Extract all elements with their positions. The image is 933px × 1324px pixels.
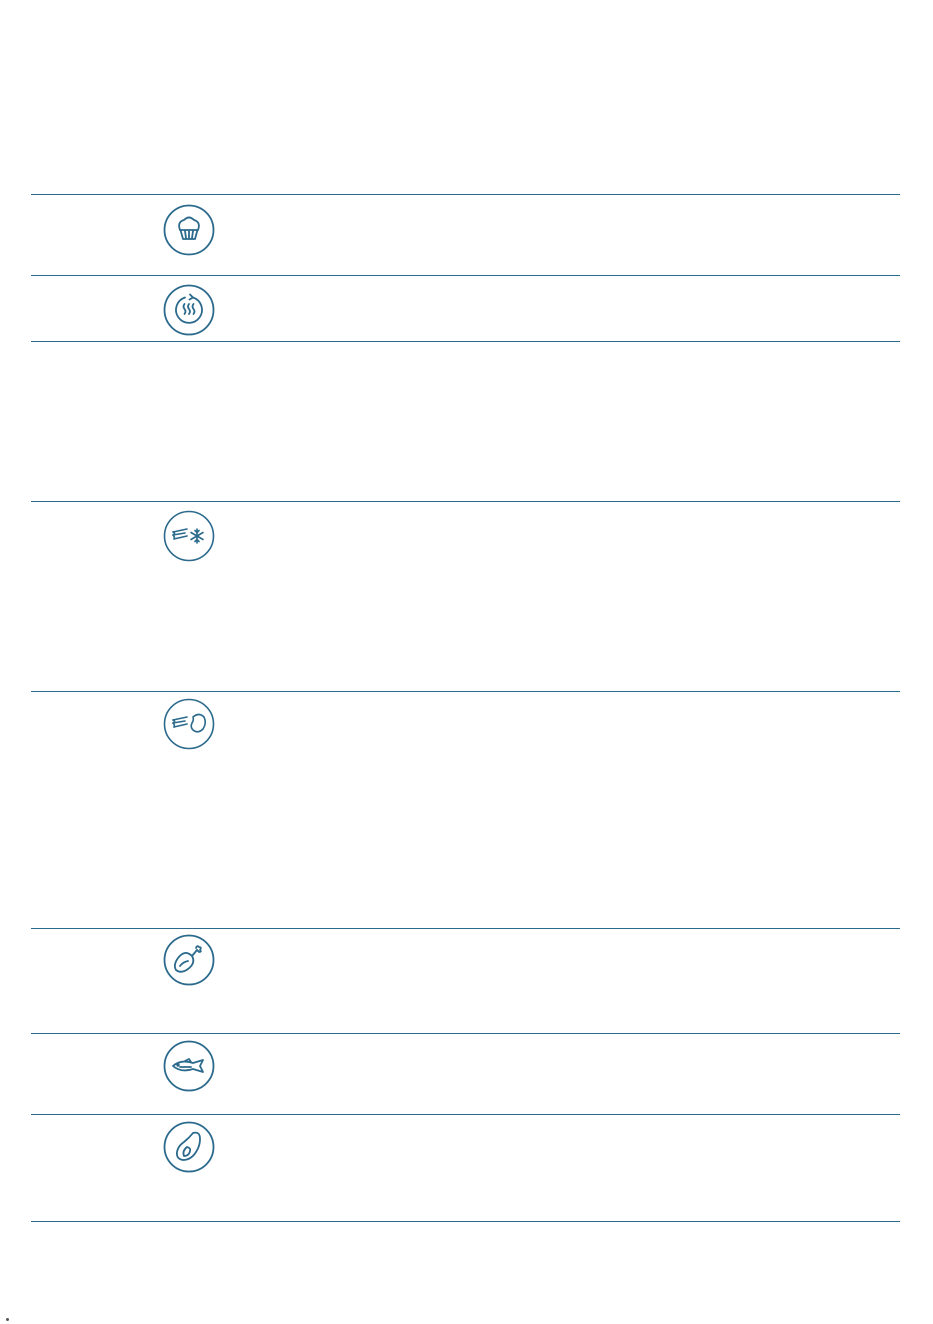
row-divider	[31, 1033, 900, 1034]
meat-cut-icon	[163, 1121, 215, 1173]
row-divider	[31, 928, 900, 929]
defrost-meat-icon	[163, 698, 215, 750]
row-divider	[31, 341, 900, 342]
row-divider	[31, 275, 900, 276]
row-divider	[31, 501, 900, 502]
row-divider	[31, 1114, 900, 1115]
frozen-food-icon	[163, 510, 215, 562]
keep-warm-icon	[163, 284, 215, 336]
row-divider	[31, 691, 900, 692]
page-marker	[6, 1318, 9, 1321]
poultry-leg-icon	[163, 934, 215, 986]
row-divider	[31, 194, 900, 195]
row-divider	[31, 1221, 900, 1222]
fish-icon	[163, 1040, 215, 1092]
muffin-icon	[163, 204, 215, 256]
